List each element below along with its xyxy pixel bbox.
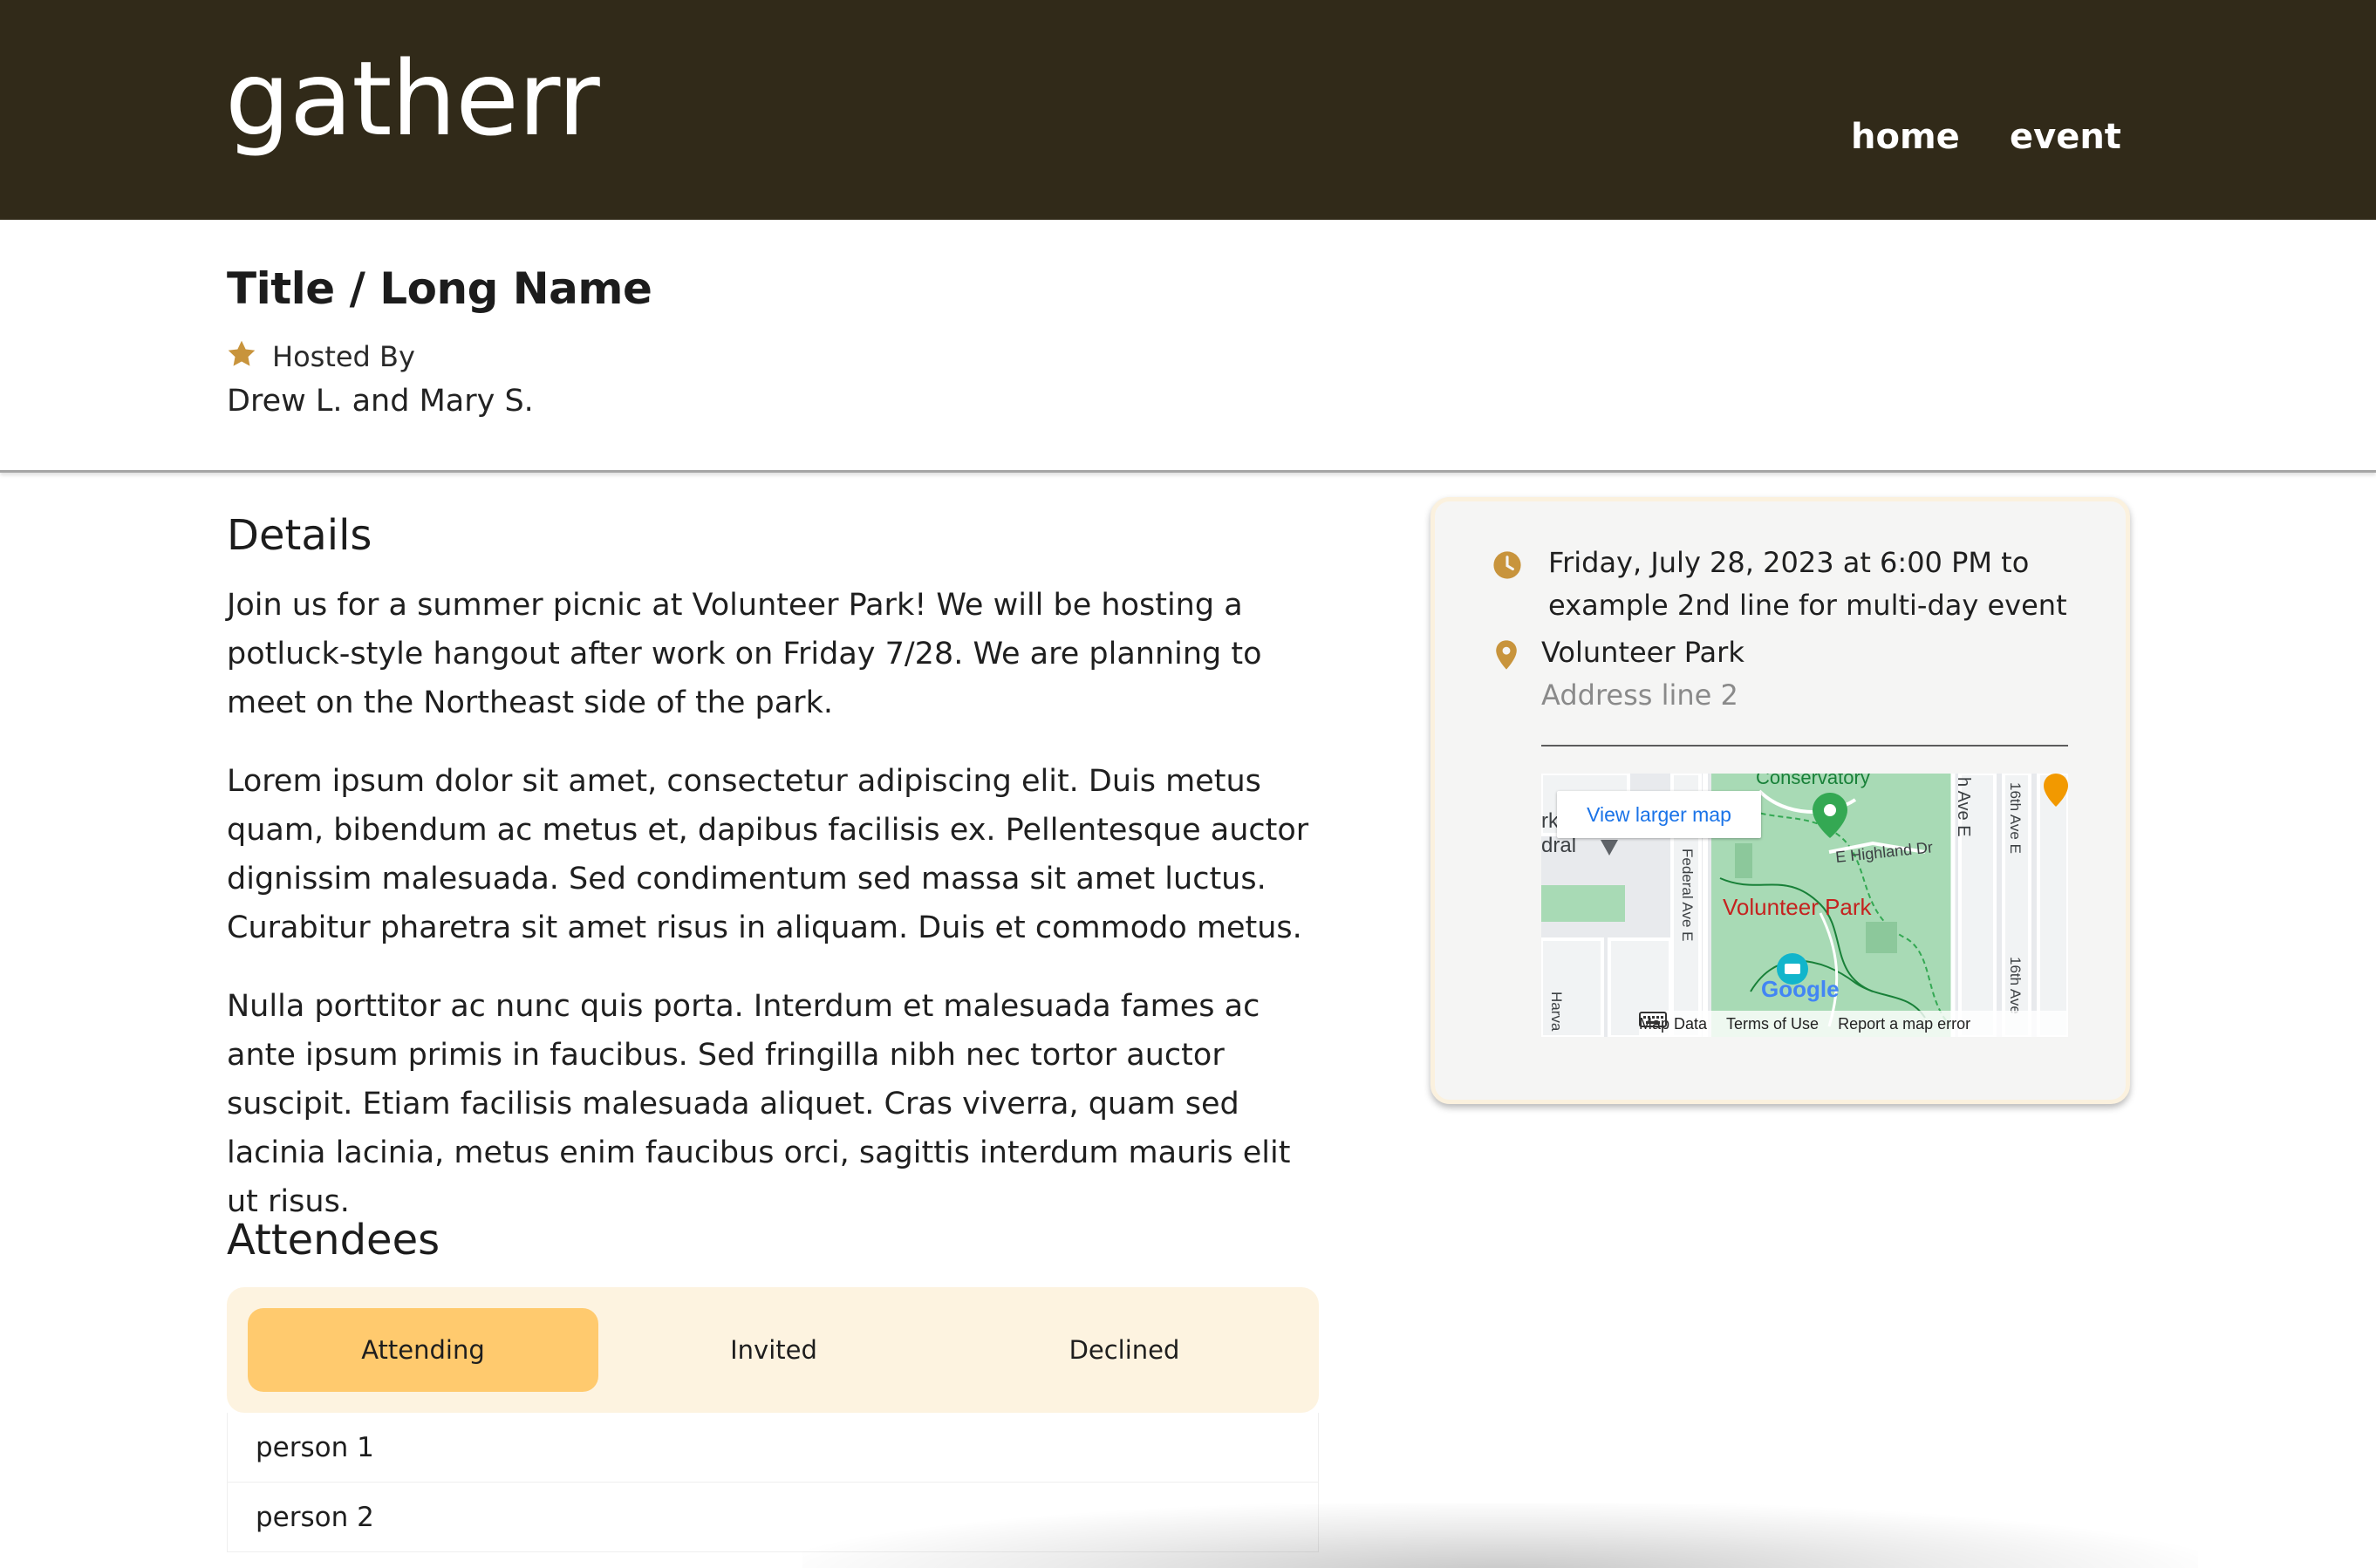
report-map-error-link[interactable]: Report a map error	[1838, 1015, 1970, 1033]
card-divider	[1541, 745, 2068, 747]
embedded-map[interactable]: Conservatory E Highland Dr Volunteer Par…	[1541, 774, 2068, 1037]
tab-invited[interactable]: Invited	[598, 1308, 949, 1392]
address-line-2: Address line 2	[1541, 678, 1738, 712]
star-icon	[228, 340, 256, 366]
clock-icon	[1493, 551, 1521, 579]
top-navbar: gatherr home event	[0, 0, 2376, 220]
host-names: Drew L. and Mary S.	[227, 384, 534, 419]
tab-declined[interactable]: Declined	[949, 1308, 1300, 1392]
map-label-16th-2: 16th Ave	[2007, 957, 2024, 1014]
nav-event-link[interactable]: event	[2010, 117, 2121, 157]
details-paragraph: Lorem ipsum dolor sit amet, consectetur …	[227, 764, 1309, 945]
map-label-federal: Federal Ave E	[1679, 849, 1696, 941]
app-logo[interactable]: gatherr	[225, 47, 600, 150]
map-label-15th: h Ave E	[1954, 777, 1973, 837]
attendee-row[interactable]: person 2	[227, 1483, 1319, 1552]
map-footer: Map Data Terms of Use Report a map error	[1639, 1011, 2068, 1037]
venue-name: Volunteer Park	[1541, 636, 1744, 669]
view-larger-map-link[interactable]: View larger map	[1557, 791, 1761, 838]
attendee-tabs: Attending Invited Declined	[227, 1287, 1319, 1413]
tab-attending[interactable]: Attending	[248, 1308, 598, 1392]
map-pin-icon	[1496, 640, 1517, 670]
nav-home-link[interactable]: home	[1851, 117, 1960, 157]
page-title: Title / Long Name	[227, 263, 652, 314]
hosted-by-label: Hosted By	[272, 340, 415, 373]
terms-of-use-link[interactable]: Terms of Use	[1726, 1015, 1819, 1033]
google-logo: Google	[1761, 976, 1840, 1002]
map-label-harv: Harva	[1548, 992, 1565, 1032]
details-heading: Details	[227, 511, 372, 560]
event-title-band: Title / Long Name Hosted By Drew L. and …	[0, 220, 2376, 473]
event-datetime: Friday, July 28, 2023 at 6:00 PM to exam…	[1548, 546, 2067, 622]
map-label-16th: 16th Ave E	[2007, 782, 2024, 854]
event-info-card: Friday, July 28, 2023 at 6:00 PM to exam…	[1430, 497, 2130, 1104]
keyboard-icon[interactable]	[1639, 1011, 1667, 1028]
details-paragraph: Join us for a summer picnic at Volunteer…	[227, 588, 1262, 720]
map-label-conservatory: Conservatory	[1756, 774, 1870, 788]
attendees-heading: Attendees	[227, 1216, 440, 1265]
map-label-park: Volunteer Park	[1723, 894, 1873, 920]
details-paragraph: Nulla porttitor ac nunc quis porta. Inte…	[227, 989, 1291, 1219]
attendee-row[interactable]: person 1	[227, 1413, 1319, 1483]
